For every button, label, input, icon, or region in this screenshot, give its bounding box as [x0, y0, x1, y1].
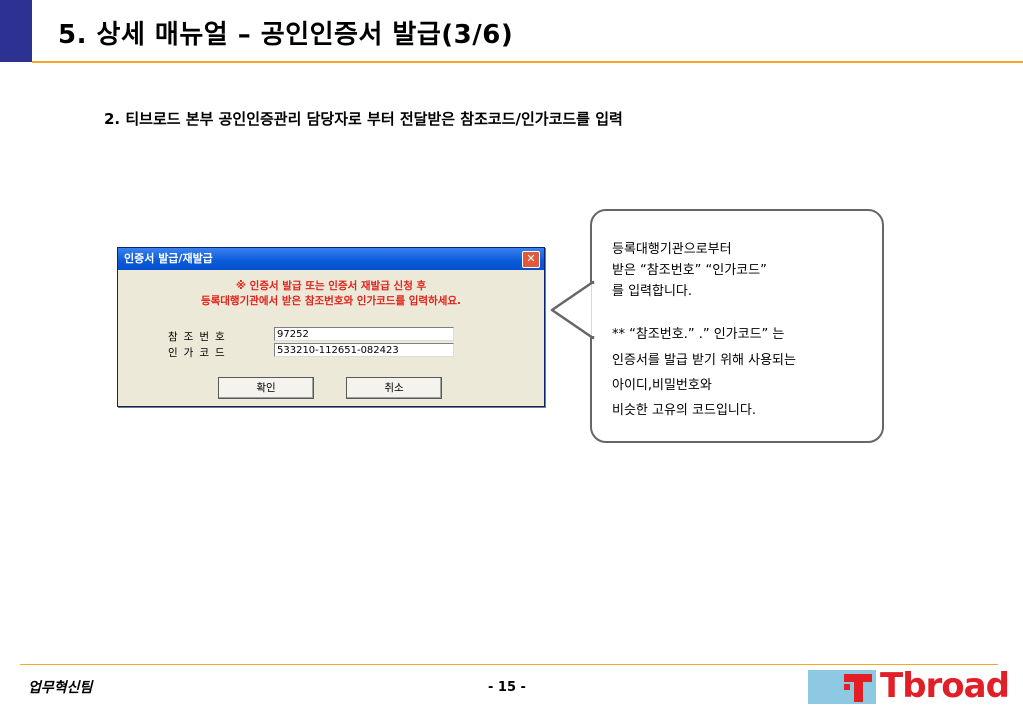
footer-divider [20, 664, 998, 665]
logo-text: Tbroad [880, 666, 1010, 706]
callout-line-4: ** “참조번호.” .” 인가코드” 는 [612, 327, 785, 342]
logo-t-icon [808, 670, 876, 704]
page-number: - 15 - [488, 680, 526, 695]
dialog-warning-line-1: ※ 인증서 발급 또는 인증서 재발급 신청 후 [235, 280, 427, 292]
callout-pointer [550, 280, 596, 340]
slide-title: 5. 상세 매뉴얼 – 공인인증서 발급(3/6) [58, 20, 514, 50]
close-icon[interactable]: ✕ [522, 251, 540, 268]
callout-line-3: 를 입력합니다. [612, 284, 693, 299]
dialog-warning-line-2: 등록대행기관에서 받은 참조번호와 인가코드를 입력하세요. [200, 295, 462, 307]
tbroad-logo: Tbroad [808, 666, 1010, 706]
title-accent-bar [0, 0, 32, 62]
auth-code-input[interactable]: 533210-112651-082423 [274, 343, 454, 357]
callout-line-1: 등록대행기관으로부터 [612, 242, 732, 257]
auth-code-label: 인가코드 [168, 347, 231, 359]
cancel-button[interactable]: 취소 [346, 377, 442, 399]
callout-line-6: 아이디,비밀번호와 [612, 378, 712, 393]
slide-subtitle: 2. 티브로드 본부 공인인증관리 담당자로 부터 전달받은 참조코드/인가코드… [104, 110, 623, 128]
team-name: 업무혁신팀 [28, 680, 93, 696]
ok-button[interactable]: 확인 [218, 377, 314, 399]
title-divider [32, 61, 1023, 63]
callout-line-2: 받은 “참조번호” “인가코드” [612, 263, 767, 278]
callout-line-5: 인증서를 발급 받기 위해 사용되는 [612, 353, 796, 368]
ref-number-input[interactable]: 97252 [274, 327, 454, 341]
ref-number-label: 참조번호 [168, 331, 231, 343]
dialog-titlebar: 인증서 발급/재발급 ✕ [118, 248, 544, 270]
cert-issue-dialog: 인증서 발급/재발급 ✕ ※ 인증서 발급 또는 인증서 재발급 신청 후 등록… [117, 247, 545, 407]
callout-line-7: 비슷한 고유의 코드입니다. [612, 403, 756, 418]
dialog-title: 인증서 발급/재발급 [124, 252, 213, 265]
